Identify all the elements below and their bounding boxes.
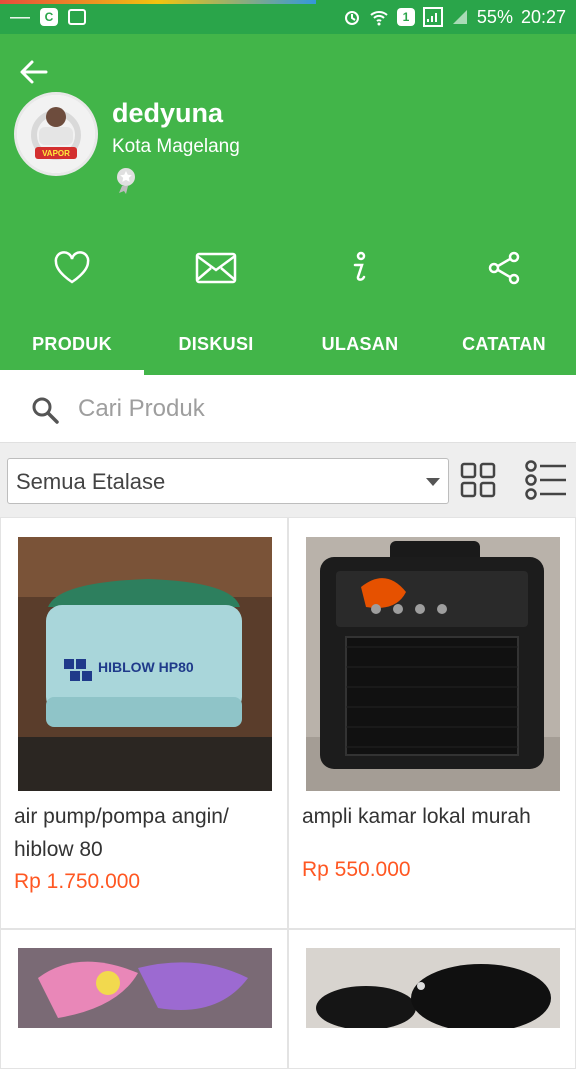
product-search-bar: [0, 375, 576, 443]
product-grid: HIBLOW HP80 air pump/pompa angin/ hiblow…: [0, 517, 576, 1069]
grid-view-button[interactable]: [454, 456, 502, 504]
status-bar: — C 1 55% 20:27: [0, 0, 576, 34]
list-view-icon: [525, 460, 566, 500]
message-notification-icon: [68, 9, 86, 25]
product-title[interactable]: ampli kamar lokal murah: [302, 800, 566, 833]
avatar[interactable]: VAPOR: [14, 92, 98, 176]
signal-box-icon: [422, 7, 443, 27]
app-notification-icon: C: [40, 8, 58, 26]
action-row: [0, 240, 576, 296]
back-arrow-icon[interactable]: [18, 58, 50, 86]
share-icon: [488, 251, 520, 285]
product-card[interactable]: HIBLOW HP80 air pump/pompa angin/ hiblow…: [0, 517, 288, 929]
chevron-down-icon: [426, 478, 440, 486]
tab-ulasan[interactable]: ULASAN: [288, 304, 432, 375]
shop-header: VAPOR dedyuna Kota Magelang PRODUK DISKU…: [0, 34, 576, 375]
avatar-image: VAPOR: [17, 95, 95, 173]
list-view-button[interactable]: [522, 456, 570, 504]
product-image-brand: HIBLOW HP80: [98, 659, 194, 675]
product-price: Rp 1.750.000: [14, 870, 141, 893]
product-title[interactable]: air pump/pompa angin/ hiblow 80: [14, 800, 278, 866]
tab-diskusi[interactable]: DISKUSI: [144, 304, 288, 375]
search-input[interactable]: [78, 389, 538, 429]
filter-bar: Semua Etalase: [0, 444, 576, 516]
signal-icon: [452, 10, 467, 24]
tab-bar: PRODUK DISKUSI ULASAN CATATAN: [0, 304, 576, 375]
grid-view-icon: [460, 462, 496, 498]
medal-icon[interactable]: [114, 166, 138, 194]
tab-produk[interactable]: PRODUK: [0, 304, 144, 375]
product-image[interactable]: [306, 948, 560, 1028]
info-icon: [353, 251, 366, 281]
search-icon: [32, 397, 59, 424]
etalase-dropdown[interactable]: Semua Etalase: [7, 458, 449, 504]
product-card[interactable]: [0, 929, 288, 1069]
favorite-button[interactable]: [40, 240, 104, 296]
tab-catatan[interactable]: CATATAN: [432, 304, 576, 375]
clock: 20:27: [520, 6, 566, 27]
envelope-icon: [195, 252, 237, 284]
product-image[interactable]: HIBLOW HP80: [18, 537, 272, 791]
product-card[interactable]: [288, 929, 576, 1069]
info-button[interactable]: [328, 240, 392, 296]
battery-level: 55%: [476, 6, 513, 27]
avatar-caption: VAPOR: [42, 149, 70, 158]
shop-name: dedyuna: [112, 98, 224, 128]
product-price: Rp 550.000: [302, 858, 411, 881]
shop-city: Kota Magelang: [112, 136, 240, 157]
wifi-icon: [370, 11, 388, 26]
product-card[interactable]: ampli kamar lokal murah Rp 550.000: [288, 517, 576, 929]
heart-icon: [54, 251, 90, 284]
minus-icon: —: [10, 5, 30, 28]
product-image[interactable]: [18, 948, 272, 1028]
message-button[interactable]: [184, 240, 248, 296]
product-image[interactable]: [306, 537, 560, 791]
share-button[interactable]: [472, 240, 536, 296]
status-progress-line: [0, 0, 316, 4]
etalase-selected: Semua Etalase: [16, 469, 166, 494]
alarm-icon: [344, 11, 359, 25]
sim-icon: 1: [396, 8, 415, 26]
